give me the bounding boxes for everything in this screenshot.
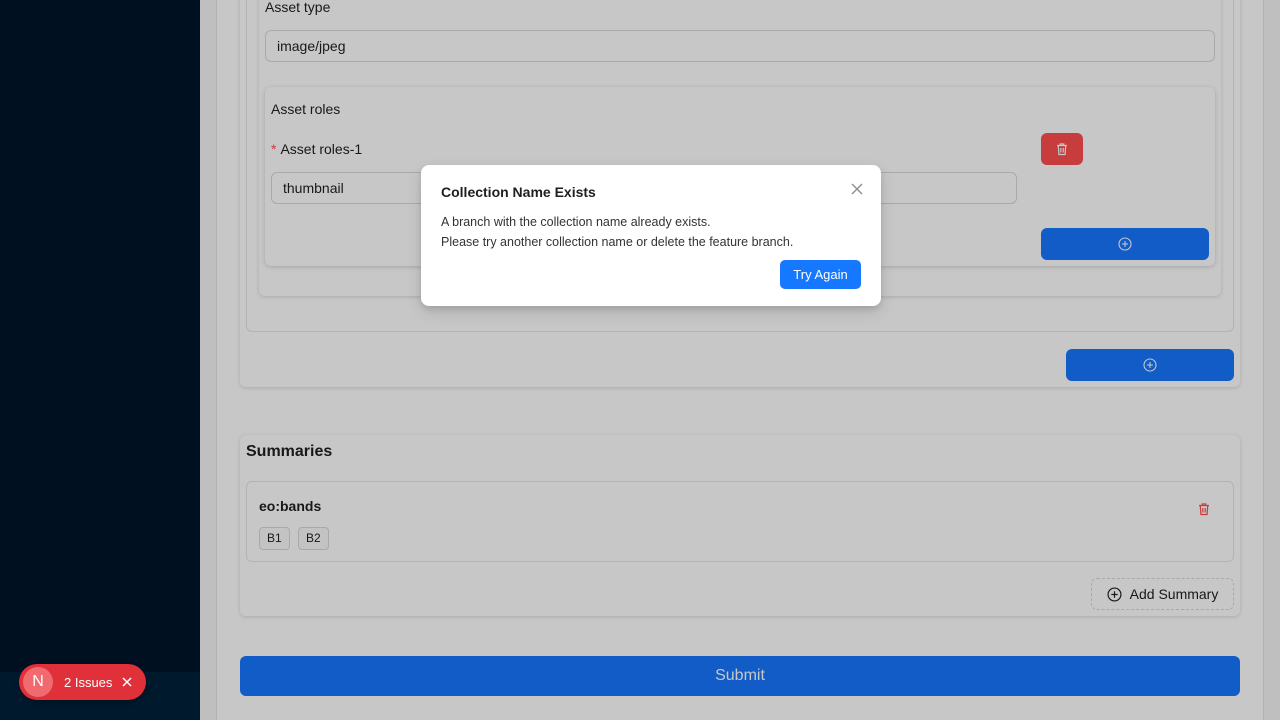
try-again-button[interactable]: Try Again [780, 260, 861, 289]
modal-message: A branch with the collection name alread… [441, 212, 793, 252]
error-modal: Collection Name Exists A branch with the… [421, 165, 881, 306]
nextjs-logo-icon: N [23, 667, 53, 697]
modal-message-line: A branch with the collection name alread… [441, 215, 711, 229]
close-icon[interactable] [121, 676, 133, 688]
issues-count[interactable]: 2 Issues [64, 675, 112, 690]
modal-message-line: Please try another collection name or de… [441, 235, 794, 249]
modal-title: Collection Name Exists [441, 184, 596, 200]
modal-close-button[interactable] [849, 181, 865, 197]
close-icon [851, 183, 863, 195]
dev-issues-badge[interactable]: N 2 Issues [19, 664, 146, 700]
modal-mask[interactable] [0, 0, 1280, 720]
